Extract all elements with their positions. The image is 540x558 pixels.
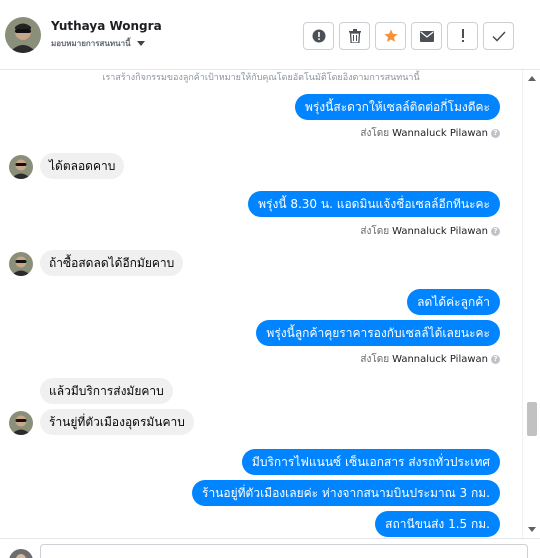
outgoing-message[interactable]: พรุ่งนี้ 8.30 น. แอดมินแจ้งชื่อเซลล์อีกท… xyxy=(248,191,500,217)
sent-by-label: ส่งโดย xyxy=(360,354,390,365)
avatar xyxy=(9,549,33,558)
exclamation-circle-icon xyxy=(312,29,325,43)
scrollbar-thumb[interactable] xyxy=(527,402,537,436)
contact-name[interactable]: Yuthaya Wongra xyxy=(51,19,162,33)
agent-name: Wannaluck Pilawan xyxy=(392,226,488,237)
help-icon[interactable]: ? xyxy=(491,129,500,138)
scrollbar[interactable] xyxy=(522,70,540,538)
assign-conversation-dropdown[interactable]: มอบหมายการสนทนานี้ xyxy=(51,37,145,50)
outgoing-message[interactable]: พรุ่งนี้สะดวกให้เซลล์ติดต่อกี่โมงดีคะ xyxy=(294,94,500,120)
check-icon xyxy=(491,30,506,42)
help-icon[interactable]: ? xyxy=(491,355,500,364)
message-composer xyxy=(0,538,540,558)
outgoing-message[interactable]: ลดได้ค่ะลูกค้า xyxy=(407,289,500,315)
avatar xyxy=(9,155,33,179)
help-icon[interactable]: ? xyxy=(491,227,500,236)
outgoing-message[interactable]: พรุ่งนี้ลูกค้าคุยราคารองกับเซลล์ได้เลยนะ… xyxy=(256,320,500,346)
done-button[interactable] xyxy=(483,22,514,50)
trash-icon xyxy=(348,29,361,43)
avatar[interactable] xyxy=(5,17,41,53)
sent-by-label: ส่งโดย xyxy=(360,128,390,139)
chevron-down-icon xyxy=(136,41,145,46)
mark-unread-button[interactable] xyxy=(411,22,442,50)
scroll-up-icon[interactable] xyxy=(528,76,536,81)
incoming-message[interactable]: ได้ตลอดคาบ xyxy=(40,153,125,179)
scroll-down-icon[interactable] xyxy=(528,527,536,532)
agent-name: Wannaluck Pilawan xyxy=(392,128,488,139)
incoming-message[interactable]: แล้วมีบริการส่งมัยคาบ xyxy=(40,378,173,404)
avatar xyxy=(9,252,33,276)
star-icon xyxy=(384,29,397,42)
delete-button[interactable] xyxy=(339,22,370,50)
sent-by-info: ส่งโดย Wannaluck Pilawan ? xyxy=(360,352,500,367)
reply-input[interactable] xyxy=(40,544,528,558)
avatar xyxy=(9,411,33,435)
sent-by-info: ส่งโดย Wannaluck Pilawan ? xyxy=(360,224,500,239)
outgoing-message[interactable]: ร้านอยู่ที่ตัวเมืองเลยค่ะ ห่างจากสนามบิน… xyxy=(192,480,500,506)
report-button[interactable] xyxy=(303,22,334,50)
agent-name: Wannaluck Pilawan xyxy=(392,354,488,365)
spam-button[interactable] xyxy=(447,22,478,50)
envelope-icon xyxy=(419,30,434,42)
system-note: เราสร้างกิจกรรมของลูกค้าเป้าหมายให้กับคุ… xyxy=(102,73,420,83)
conversation-header: Yuthaya Wongra มอบหมายการสนทนานี้ xyxy=(0,0,540,70)
outgoing-message[interactable]: มีบริการไฟแนนซ์ เซ็นเอกสาร ส่งรถทั่วประเ… xyxy=(241,449,500,475)
assign-conversation-label: มอบหมายการสนทนานี้ xyxy=(51,39,131,48)
incoming-message[interactable]: ถ้าซื้อสดลดได้อีกมัยคาบ xyxy=(40,250,184,276)
star-button[interactable] xyxy=(375,22,406,50)
sent-by-info: ส่งโดย Wannaluck Pilawan ? xyxy=(360,126,500,141)
incoming-message[interactable]: ร้านยู่ที่ตัวเมืองอุดรมันคาบ xyxy=(40,409,194,435)
outgoing-message[interactable]: สถานีขนส่ง 1.5 กม. xyxy=(375,511,500,537)
message-thread[interactable]: เราสร้างกิจกรรมของลูกค้าเป้าหมายให้กับคุ… xyxy=(0,70,522,538)
sent-by-label: ส่งโดย xyxy=(360,226,390,237)
conversation-actions xyxy=(303,22,514,50)
exclamation-icon xyxy=(461,29,464,42)
